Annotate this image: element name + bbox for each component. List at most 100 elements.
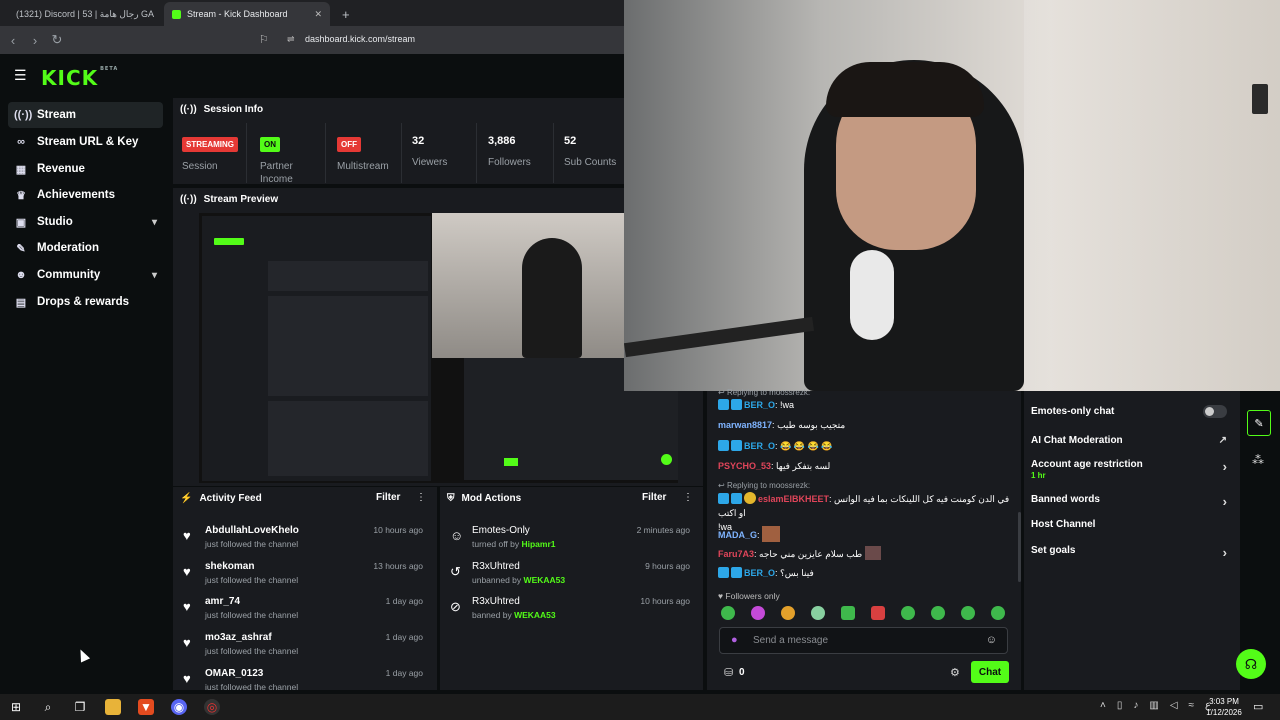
reload-icon[interactable]: ↻ xyxy=(48,32,66,48)
chat-username[interactable]: BER_O xyxy=(744,441,775,451)
search-icon[interactable]: ⌕ xyxy=(40,699,56,715)
support-headset-icon[interactable]: ☊ xyxy=(1236,649,1266,679)
obs-icon[interactable]: ◎ xyxy=(204,699,220,715)
reply-indicator: ↩ Replying to moossrezk: xyxy=(718,388,811,397)
list-item[interactable]: ♥ OMAR_0123 just followed the channel 1 day… xyxy=(173,665,431,690)
wrench-icon[interactable]: ✎ xyxy=(1247,410,1271,436)
hamburger-menu-icon[interactable]: ☰ xyxy=(14,67,27,84)
activity-filter-button[interactable]: Filter xyxy=(376,492,400,503)
chat-message[interactable]: PSYCHO_53: لسه بتفكر فيها xyxy=(718,461,830,472)
side-control xyxy=(1252,84,1268,114)
host-channel-setting[interactable]: Host Channel xyxy=(1031,519,1227,530)
chat-message[interactable]: marwan8817: متجيب بوسه طيب xyxy=(718,420,845,431)
emote-icon[interactable] xyxy=(991,606,1005,620)
nested-dashboard-thumbnail xyxy=(202,216,431,481)
url-field[interactable]: dashboard.kick.com/stream xyxy=(305,34,415,44)
emote-icon[interactable] xyxy=(931,606,945,620)
sidebar-item-moderation[interactable]: ✎ Moderation xyxy=(8,235,163,261)
discord-icon[interactable]: ◉ xyxy=(171,699,187,715)
emote-icon[interactable] xyxy=(901,606,915,620)
forward-icon[interactable]: › xyxy=(26,33,44,48)
chat-message[interactable]: BER_O: 😂 😂 😂 😂 xyxy=(718,440,832,452)
tab-kick-dashboard[interactable]: Stream - Kick Dashboard ✕ xyxy=(164,2,330,26)
list-item[interactable]: ⊘ R3xUhtred banned by WEKAA53 10 hours ago xyxy=(440,593,698,629)
ai-moderation-setting[interactable]: AI Chat Moderation ↗ xyxy=(1031,435,1227,446)
list-item[interactable]: ♥ AbdullahLoveKhelo just followed the chan… xyxy=(173,522,431,558)
streamer-silhouette xyxy=(522,238,582,358)
battery-icon[interactable]: ▯ xyxy=(1117,700,1123,711)
points-icon[interactable]: ⛁ xyxy=(724,666,733,679)
back-icon[interactable]: ‹ xyxy=(4,33,22,48)
followers-only-label: Followers only xyxy=(725,591,780,601)
wifi-icon[interactable]: ≈ xyxy=(1189,700,1195,711)
sidebar-item-drops-rewards[interactable]: ▤ Drops & rewards xyxy=(8,289,163,315)
banned-words-setting[interactable]: Banned words › xyxy=(1031,494,1227,509)
sidebar-item-stream[interactable]: ((·)) Stream xyxy=(8,102,163,128)
network-icon[interactable]: ▥ xyxy=(1149,700,1158,711)
list-item[interactable]: ♥ shekoman just followed the channel 13 hou… xyxy=(173,558,431,594)
stream-preview-video[interactable] xyxy=(199,213,678,483)
chat-message[interactable]: BER_O: فينا بس؟ xyxy=(718,567,814,579)
emote-icon[interactable] xyxy=(751,606,765,620)
emote-icon[interactable] xyxy=(721,606,735,620)
streaming-badge: STREAMING xyxy=(182,137,238,152)
list-item[interactable]: ♥ amr_74 just followed the channel 1 day ag… xyxy=(173,593,431,629)
chat-message[interactable]: Faru7A3: طب سلام عايزين مني حاجه xyxy=(718,546,881,560)
panel-title: Stream Preview xyxy=(203,193,279,205)
microphone-tray-icon[interactable]: ♪ xyxy=(1133,700,1138,711)
task-view-icon[interactable]: ❐ xyxy=(72,699,88,715)
emote-icon[interactable] xyxy=(781,606,795,620)
chat-username[interactable]: BER_O xyxy=(744,568,775,578)
chat-username[interactable]: PSYCHO_53 xyxy=(718,461,771,471)
chat-username[interactable]: BER_O xyxy=(744,400,775,410)
sidebar-item-achievements[interactable]: ♛ Achievements xyxy=(8,182,163,208)
sidebar-item-studio[interactable]: ▣ Studio ▾ xyxy=(8,209,163,235)
badge-icon xyxy=(718,399,729,410)
clock[interactable]: 3:03 PM 1/12/2026 xyxy=(1204,696,1244,718)
chat-username[interactable]: Faru7A3 xyxy=(718,549,754,559)
close-tab-icon[interactable]: ✕ xyxy=(314,9,322,20)
volume-icon[interactable]: ◁ xyxy=(1170,700,1178,711)
kick-logo[interactable]: KICK BETA xyxy=(41,66,118,90)
more-options-icon[interactable]: ⋮ xyxy=(416,492,426,503)
site-info-icon[interactable]: ⇌ xyxy=(287,34,295,45)
chat-message[interactable]: MADA_G: xyxy=(718,526,781,542)
emote-icon[interactable] xyxy=(811,606,825,620)
mod-target: R3xUhtred xyxy=(472,561,520,572)
emotes-only-toggle[interactable] xyxy=(1203,405,1227,418)
mod-filter-button[interactable]: Filter xyxy=(642,492,666,503)
tab-discord[interactable]: (1321) Discord | 53 | رجال هامة GA xyxy=(2,2,160,26)
notifications-icon[interactable]: ▭ xyxy=(1253,700,1263,713)
chat-message[interactable]: BER_O: !wa xyxy=(718,399,794,410)
windows-taskbar xyxy=(0,694,1280,720)
chat-username[interactable]: marwan8817 xyxy=(718,420,772,430)
chat-username[interactable]: eslamElBKHEET xyxy=(758,494,829,504)
sidebar-item-stream-url-key[interactable]: ∞ Stream URL & Key xyxy=(8,129,163,155)
new-tab-button[interactable]: + xyxy=(334,2,354,26)
list-item[interactable]: ↺ R3xUhtred unbanned by WEKAA53 9 hours ago xyxy=(440,558,698,594)
emote-icon[interactable] xyxy=(961,606,975,620)
chat-username[interactable]: MADA_G xyxy=(718,530,757,540)
bookmark-icon[interactable]: ⚐ xyxy=(259,33,269,46)
microphone-icon[interactable]: ● xyxy=(731,634,738,646)
emote-icon[interactable] xyxy=(841,606,855,620)
chat-scrollbar[interactable] xyxy=(1018,512,1021,582)
thumb-help-icon xyxy=(661,454,672,465)
sidebar-item-revenue[interactable]: ▦ Revenue xyxy=(8,156,163,182)
chat-settings-icon[interactable]: ⚙ xyxy=(950,666,960,679)
more-options-icon[interactable]: ⋮ xyxy=(683,492,693,503)
list-item[interactable]: ♥ mo3az_ashraf just followed the channel 1 … xyxy=(173,629,431,665)
emote-icon[interactable] xyxy=(871,606,885,620)
people-icon[interactable]: ⁂ xyxy=(1252,453,1264,467)
chevron-up-icon[interactable]: ˄ xyxy=(1100,700,1106,711)
set-goals-setting[interactable]: Set goals › xyxy=(1031,545,1227,560)
chat-input[interactable]: ● Send a message ☺ xyxy=(719,627,1008,654)
sidebar-item-community[interactable]: ☻ Community ▾ xyxy=(8,262,163,288)
list-item[interactable]: ☺ Emotes-Only turned off by Hipamr1 2 minut… xyxy=(440,522,698,558)
windows-start-icon[interactable]: ⊞ xyxy=(8,699,24,715)
brave-browser-icon[interactable]: ▼ xyxy=(138,699,154,715)
file-explorer-icon[interactable] xyxy=(105,699,121,715)
send-chat-button[interactable]: Chat xyxy=(971,661,1009,683)
emoji-picker-icon[interactable]: ☺ xyxy=(986,634,997,646)
account-age-setting[interactable]: Account age restriction 1 hr › xyxy=(1031,459,1227,481)
